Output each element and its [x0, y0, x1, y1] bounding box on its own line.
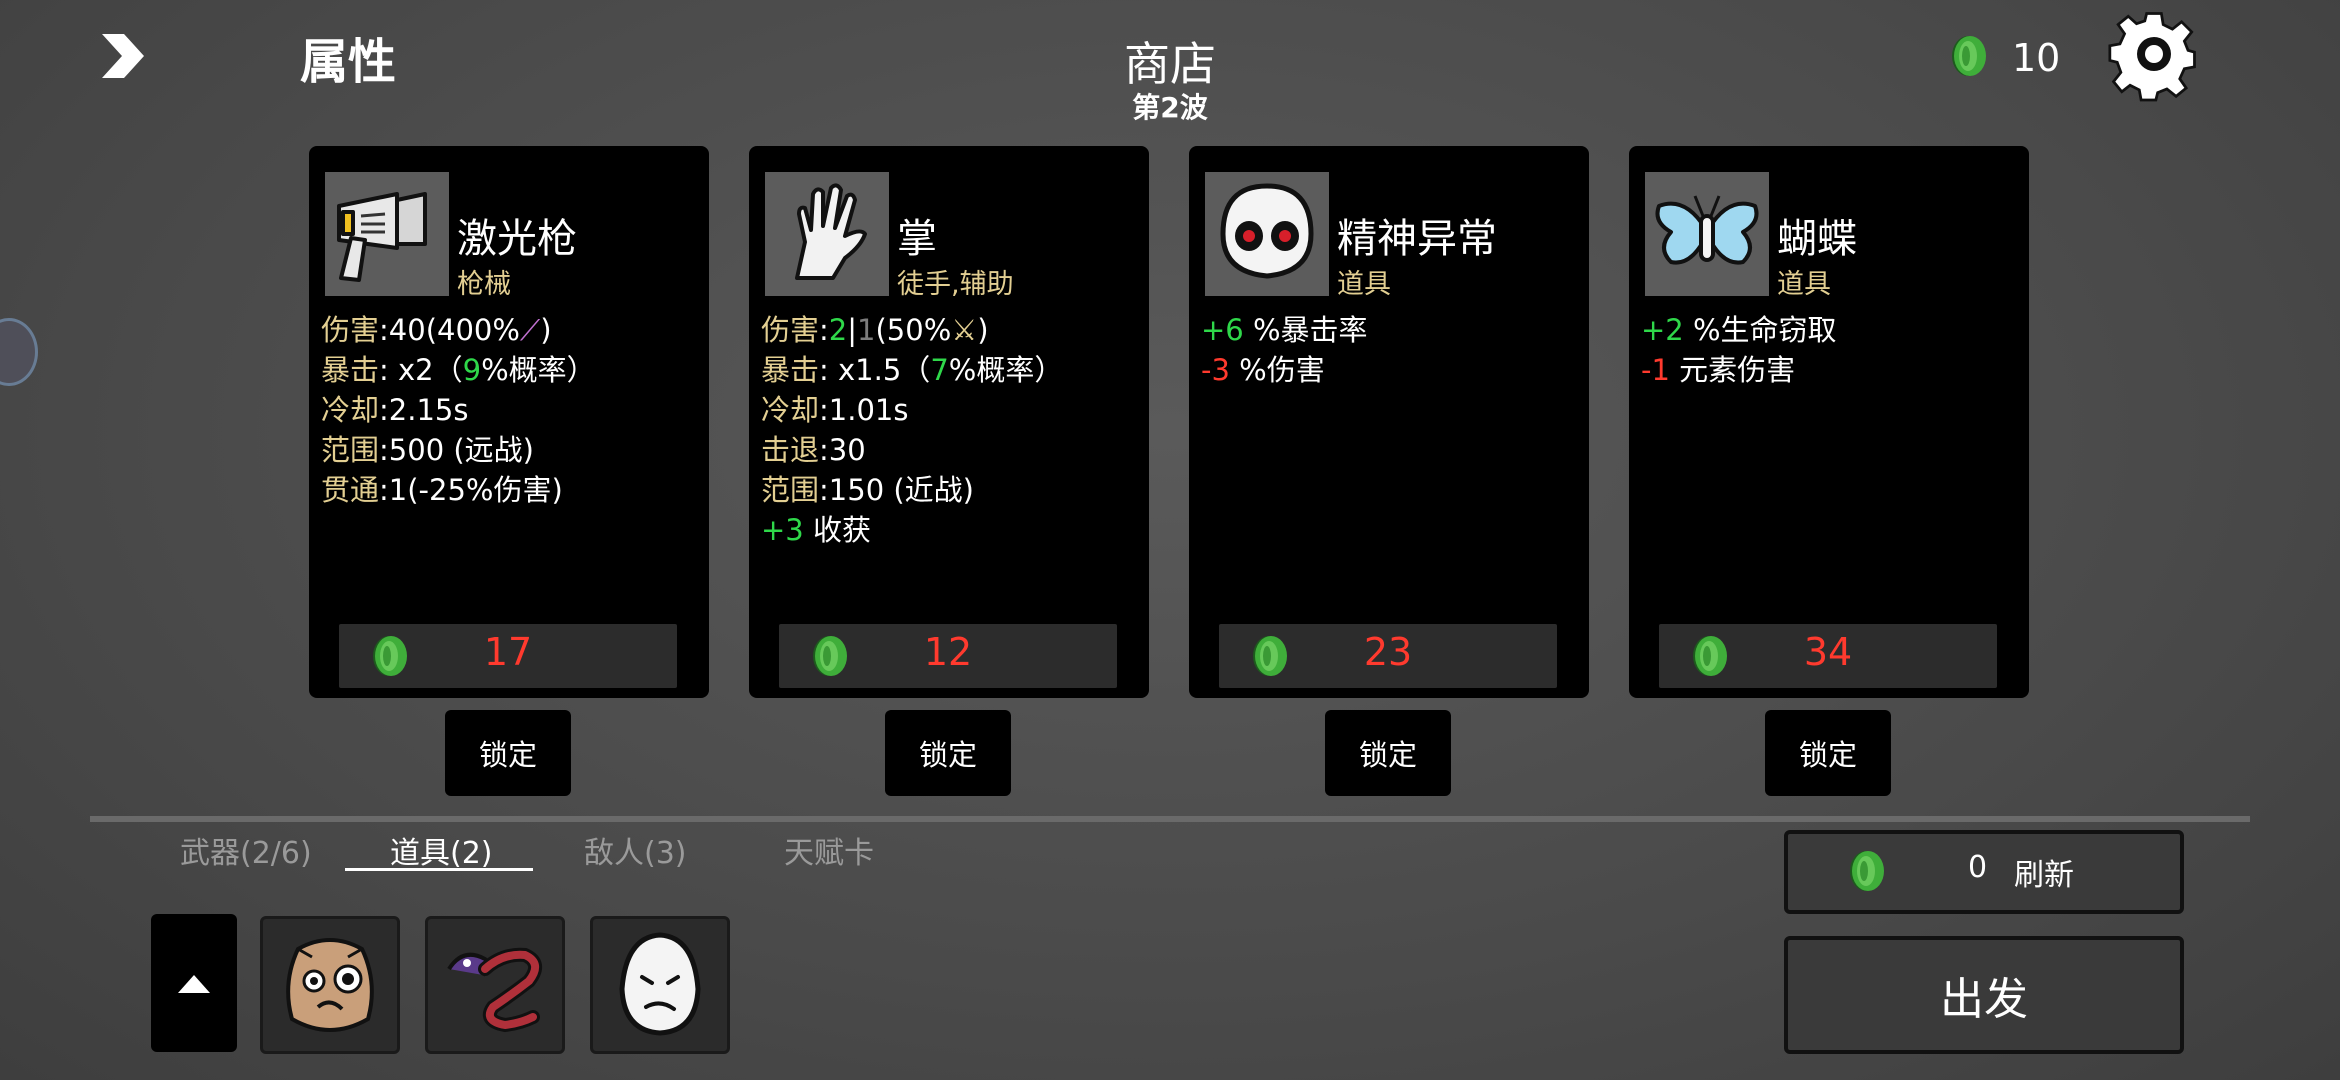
refresh-label: 刷新: [2014, 858, 2074, 893]
mental-anomaly-icon: [1220, 183, 1314, 279]
shop-card-palm[interactable]: 掌 徒手,辅助 伤害:2|1(50%⚔) 暴击: x1.5（7%概率） 冷却:1…: [749, 146, 1149, 698]
attributes-title[interactable]: 属性: [300, 22, 396, 92]
card-icon-frame: [325, 172, 449, 296]
card-type: 道具: [1337, 269, 1391, 300]
card-name: 蝴蝶: [1777, 216, 1857, 262]
effect-row: -3 %伤害: [1201, 353, 1325, 387]
stat-crit: 暴击: x2（9%概率）: [321, 353, 596, 387]
refresh-cost: 0: [1968, 850, 1988, 885]
card-type: 徒手,辅助: [897, 269, 1014, 300]
stat-damage: 伤害:40(400%⟋): [321, 313, 552, 347]
card-stats: +2 %生命窃取 -1 元素伤害: [1641, 310, 1837, 390]
effect-row: -1 元素伤害: [1641, 353, 1796, 387]
stat-range: 范围:500 (远战): [321, 433, 534, 467]
card-stats: +6 %暴击率 -3 %伤害: [1201, 310, 1368, 390]
shop-card-butterfly[interactable]: 蝴蝶 道具 +2 %生命窃取 -1 元素伤害 34: [1629, 146, 2029, 698]
card-name: 精神异常: [1337, 216, 1497, 262]
card-type: 枪械: [457, 269, 511, 300]
tab-items[interactable]: 道具(2): [390, 828, 493, 872]
effect-row: +2 %生命窃取: [1641, 313, 1837, 347]
melee-damage-icon: ⚔: [951, 313, 978, 347]
effect-row: +6 %暴击率: [1201, 313, 1368, 347]
wave-label: 第2波: [1132, 91, 1208, 124]
gold-display: 10: [1948, 32, 2060, 84]
active-tab-underline: [345, 868, 533, 871]
lock-button[interactable]: 锁定: [885, 710, 1011, 796]
price-value: 17: [483, 630, 533, 674]
section-divider: [90, 816, 2250, 822]
card-icon-frame: [1205, 172, 1329, 296]
stat-damage: 伤害:2|1(50%⚔): [761, 313, 989, 347]
inventory-slot[interactable]: [260, 916, 400, 1054]
buy-price-button[interactable]: 23: [1219, 624, 1557, 688]
stat-knockback: 击退:30: [761, 433, 866, 467]
gold-coin-icon: [1952, 36, 1986, 76]
settings-gear-icon[interactable]: [2108, 4, 2200, 104]
tongue-worm-icon: [447, 947, 542, 1033]
laser-gun-icon: [337, 192, 427, 282]
stat-crit: 暴击: x1.5（7%概率）: [761, 353, 1064, 387]
depart-button[interactable]: 出发: [1784, 936, 2184, 1054]
card-name: 激光枪: [457, 216, 577, 262]
card-name: 掌: [897, 216, 937, 262]
price-value: 23: [1363, 630, 1413, 674]
card-type: 道具: [1777, 269, 1831, 300]
stat-pierce: 贯通:1(-25%伤害): [321, 473, 563, 507]
card-icon-frame: [765, 172, 889, 296]
stat-range: 范围:150 (近战): [761, 473, 974, 507]
price-value: 12: [923, 630, 973, 674]
back-arrow-icon[interactable]: [96, 28, 148, 84]
buy-price-button[interactable]: 17: [339, 624, 677, 688]
card-stats: 伤害:40(400%⟋) 暴击: x2（9%概率） 冷却:2.15s 范围:50…: [321, 310, 596, 510]
gold-amount: 10: [2012, 36, 2061, 80]
palm-icon: [795, 183, 867, 280]
card-stats: 伤害:2|1(50%⚔) 暴击: x1.5（7%概率） 冷却:1.01s 击退:…: [761, 310, 1063, 550]
shop-card-laser-gun[interactable]: 激光枪 枪械 伤害:40(400%⟋) 暴击: x2（9%概率） 冷却:2.15…: [309, 146, 709, 698]
tab-enemies[interactable]: 敌人(3): [584, 828, 687, 872]
stat-cooldown: 冷却:1.01s: [761, 393, 909, 427]
stat-cooldown: 冷却:2.15s: [321, 393, 469, 427]
inventory-slot[interactable]: [425, 916, 565, 1054]
butterfly-icon: [1655, 195, 1759, 265]
inventory-slot[interactable]: [590, 916, 730, 1054]
sad-egg-icon: [619, 932, 701, 1036]
refresh-button[interactable]: 0 刷新: [1784, 830, 2184, 914]
expand-inventory-button[interactable]: [151, 914, 237, 1052]
stat-harvest: +3 收获: [761, 513, 871, 547]
side-floating-bubble[interactable]: [0, 318, 38, 386]
coin-icon: [1850, 851, 1884, 891]
shop-card-mental-anomaly[interactable]: 精神异常 道具 +6 %暴击率 -3 %伤害 23: [1189, 146, 1589, 698]
sack-face-icon: [286, 938, 374, 1032]
lock-button[interactable]: 锁定: [445, 710, 571, 796]
triangle-up-icon: [178, 975, 210, 993]
tab-talent-cards[interactable]: 天赋卡: [784, 828, 874, 872]
lock-button[interactable]: 锁定: [1325, 710, 1451, 796]
buy-price-button[interactable]: 12: [779, 624, 1117, 688]
tab-weapons[interactable]: 武器(2/6): [180, 828, 312, 872]
ranged-damage-icon: ⟋: [519, 313, 541, 347]
card-icon-frame: [1645, 172, 1769, 296]
lock-button[interactable]: 锁定: [1765, 710, 1891, 796]
buy-price-button[interactable]: 34: [1659, 624, 1997, 688]
price-value: 34: [1803, 630, 1853, 674]
shop-title: 商店: [1124, 37, 1216, 91]
